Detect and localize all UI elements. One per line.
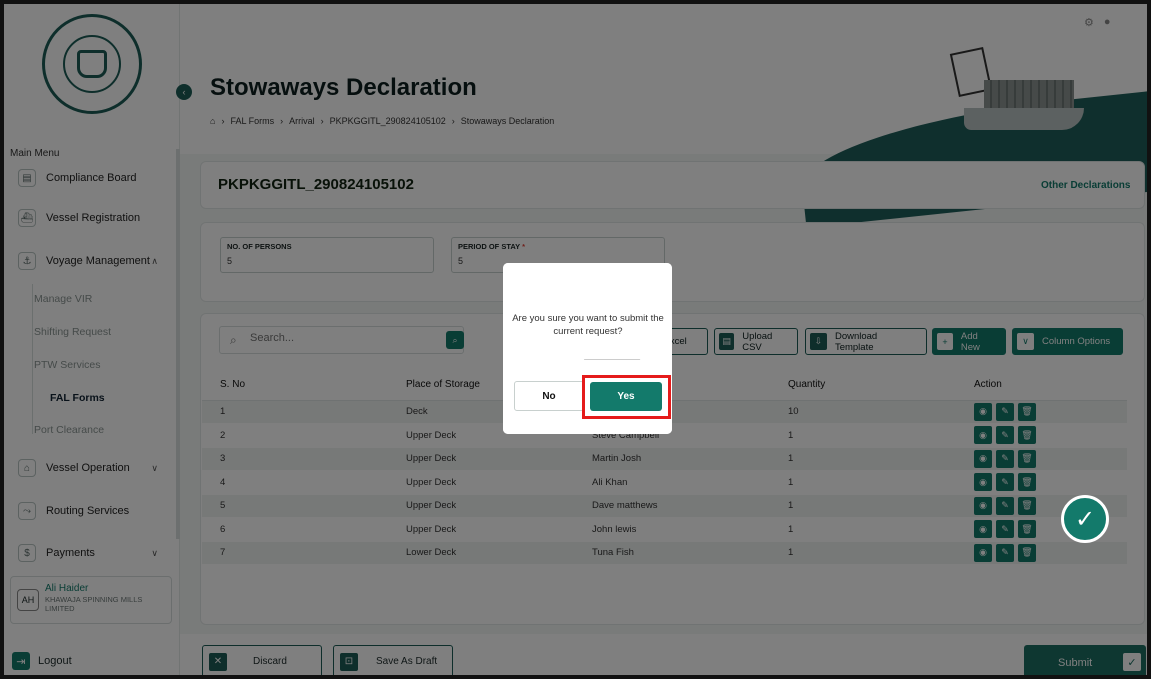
decorative-line [583,342,651,360]
check-circle-icon: ✓ [1061,495,1109,543]
app-frame: Main Menu ▤ Compliance Board ⛴ Vessel Re… [0,0,1151,679]
no-button[interactable]: No [514,381,584,411]
confirm-message: Are you sure you want to submit the curr… [512,313,664,337]
highlight-box [582,375,671,419]
